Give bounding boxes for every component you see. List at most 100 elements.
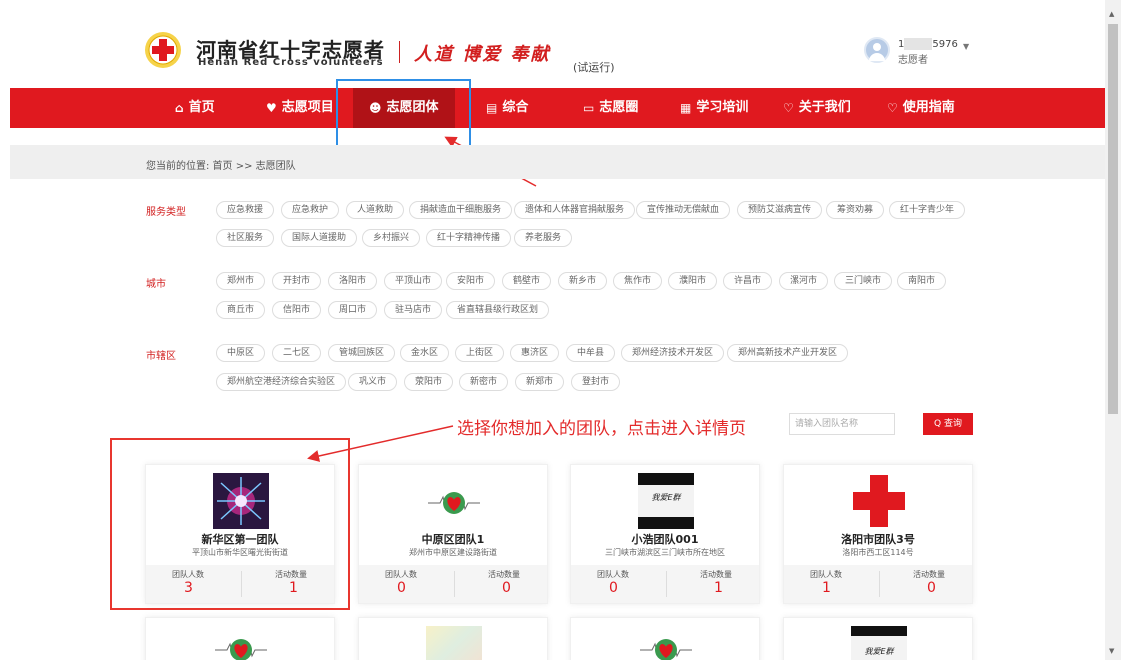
stat-label: 活动数量 [700, 570, 732, 579]
tag-service[interactable]: 国际人道援助 [281, 229, 358, 247]
tag-district[interactable]: 新密市 [459, 373, 509, 391]
tag-city[interactable]: 漯河市 [779, 272, 829, 290]
chat-icon: ▭ [583, 101, 595, 115]
tag-service[interactable]: 红十字青少年 [889, 201, 966, 219]
tag-city[interactable]: 商丘市 [216, 301, 266, 319]
tag-city[interactable]: 周口市 [328, 301, 378, 319]
tag-service[interactable]: 社区服务 [216, 229, 275, 247]
team-card[interactable]: 我爱E群 小浩团队001 三门峡市湖滨区三门峡市所在地区 团队人数 0 活动数量… [570, 464, 760, 604]
heart-pulse-icon [215, 639, 267, 660]
tag-city[interactable]: 三门峡市 [834, 272, 893, 290]
nav-label: 关于我们 [798, 100, 851, 115]
team-card[interactable] [570, 617, 760, 660]
tag-service[interactable]: 乡村振兴 [362, 229, 421, 247]
tag-service[interactable]: 应急救援 [216, 201, 275, 219]
nav-item-general[interactable]: ▤ 综合 [486, 88, 528, 128]
tag-district[interactable]: 中原区 [216, 344, 266, 362]
book-icon: ▦ [680, 101, 692, 115]
tag-district[interactable]: 郑州经济技术开发区 [621, 344, 725, 362]
tag-service[interactable]: 红十字精神传播 [426, 229, 512, 247]
team-stats: 团队人数 0 活动数量 0 [359, 565, 547, 603]
tag-city[interactable]: 平顶山市 [384, 272, 443, 290]
tag-district[interactable]: 上街区 [455, 344, 505, 362]
search-button[interactable]: Q 查询 [923, 413, 973, 435]
tag-district[interactable]: 中牟县 [566, 344, 616, 362]
tag-district[interactable]: 郑州航空港经济综合实验区 [216, 373, 347, 391]
team-thumb-text: 我爱E群 [651, 493, 681, 502]
stat-activities: 0 [927, 580, 936, 596]
team-name: 洛阳市团队3号 [841, 533, 915, 546]
stat-label: 团队人数 [385, 570, 417, 579]
search-input[interactable]: 请输入团队名称 [789, 413, 895, 435]
tag-city[interactable]: 驻马店市 [384, 301, 443, 319]
stat-activities: 1 [714, 580, 723, 596]
tag-service[interactable]: 宣传推动无偿献血 [636, 201, 731, 219]
heart-icon: ♥ [266, 101, 277, 115]
user-id-suffix: 5976 [932, 39, 958, 50]
team-stats: 团队人数 3 活动数量 1 [146, 565, 334, 603]
tag-city[interactable]: 焦作市 [613, 272, 663, 290]
nav-item-training[interactable]: ▦ 学习培训 [680, 88, 748, 128]
scroll-up-icon[interactable]: ▲ [1109, 10, 1114, 18]
tag-city[interactable]: 鹤壁市 [502, 272, 552, 290]
stat-activities: 0 [502, 580, 511, 596]
team-name: 小浩团队001 [631, 533, 699, 546]
heart-pulse-icon [640, 639, 692, 660]
team-card[interactable] [145, 617, 335, 660]
stat-members: 0 [397, 580, 406, 596]
tag-service[interactable]: 捐献造血干细胞服务 [409, 201, 513, 219]
tag-district[interactable]: 荥阳市 [404, 373, 454, 391]
team-address: 洛阳市西工区114号 [842, 548, 914, 557]
tag-service[interactable]: 筹资劝募 [826, 201, 885, 219]
nav-item-about[interactable]: ♡ 关于我们 [783, 88, 851, 128]
team-card[interactable]: 洛阳市团队3号 洛阳市西工区114号 团队人数 1 活动数量 0 [783, 464, 973, 604]
tag-city[interactable]: 南阳市 [897, 272, 947, 290]
tag-city[interactable]: 安阳市 [446, 272, 496, 290]
tag-district[interactable]: 管城回族区 [328, 344, 396, 362]
scroll-down-icon[interactable]: ▼ [1109, 647, 1114, 655]
tag-district[interactable]: 巩义市 [348, 373, 398, 391]
tag-district[interactable]: 惠济区 [510, 344, 560, 362]
nav-label: 学习培训 [696, 100, 749, 115]
chevron-down-icon[interactable]: ▼ [963, 42, 969, 51]
filter-label-district: 市辖区 [146, 351, 176, 362]
tag-city[interactable]: 濮阳市 [668, 272, 718, 290]
tag-city[interactable]: 开封市 [272, 272, 322, 290]
tag-city[interactable]: 省直辖县级行政区划 [446, 301, 550, 319]
stat-divider [879, 571, 880, 597]
tag-city[interactable]: 新乡市 [558, 272, 608, 290]
tag-service[interactable]: 应急救护 [281, 201, 340, 219]
tag-district[interactable]: 郑州高新技术产业开发区 [727, 344, 849, 362]
team-image [426, 626, 482, 660]
beta-label: (试运行) [573, 61, 615, 74]
tag-city[interactable]: 洛阳市 [328, 272, 378, 290]
tag-district[interactable]: 金水区 [400, 344, 450, 362]
nav-item-guide[interactable]: ♡ 使用指南 [887, 88, 955, 128]
team-thumb-text: 我爱E群 [864, 647, 894, 656]
nav-item-circle[interactable]: ▭ 志愿圈 [583, 88, 638, 128]
team-card[interactable] [358, 617, 548, 660]
team-address: 郑州市中原区建设路街道 [409, 548, 497, 557]
tag-city[interactable]: 许昌市 [723, 272, 773, 290]
team-card[interactable]: 中原区团队1 郑州市中原区建设路街道 团队人数 0 活动数量 0 [358, 464, 548, 604]
avatar[interactable] [864, 37, 890, 63]
tag-district[interactable]: 登封市 [571, 373, 621, 391]
site-header: 河南省红十字志愿者 Henan Red Cross volunteers 人道 … [0, 0, 1105, 88]
tag-district[interactable]: 二七区 [272, 344, 322, 362]
tag-city[interactable]: 郑州市 [216, 272, 266, 290]
user-id[interactable]: 1 5976 [898, 38, 958, 50]
user-id-mask [904, 38, 933, 50]
stat-activities: 1 [289, 580, 298, 596]
tag-city[interactable]: 信阳市 [272, 301, 322, 319]
stat-label: 团队人数 [172, 570, 204, 579]
nav-item-home[interactable]: ⌂ 首页 [175, 88, 215, 128]
tag-service[interactable]: 人道救助 [346, 201, 405, 219]
team-card[interactable]: 新华区第一团队 平顶山市新华区曙光街街道 团队人数 3 活动数量 1 [145, 464, 335, 604]
tag-service[interactable]: 预防艾滋病宣传 [737, 201, 823, 219]
tag-service[interactable]: 养老服务 [514, 229, 573, 247]
scrollbar-thumb[interactable] [1108, 24, 1118, 414]
team-card[interactable]: 我爱E群 [783, 617, 973, 660]
tag-district[interactable]: 新郑市 [515, 373, 565, 391]
nav-item-projects[interactable]: ♥ 志愿项目 [266, 88, 334, 128]
tag-service[interactable]: 遗体和人体器官捐献服务 [514, 201, 636, 219]
